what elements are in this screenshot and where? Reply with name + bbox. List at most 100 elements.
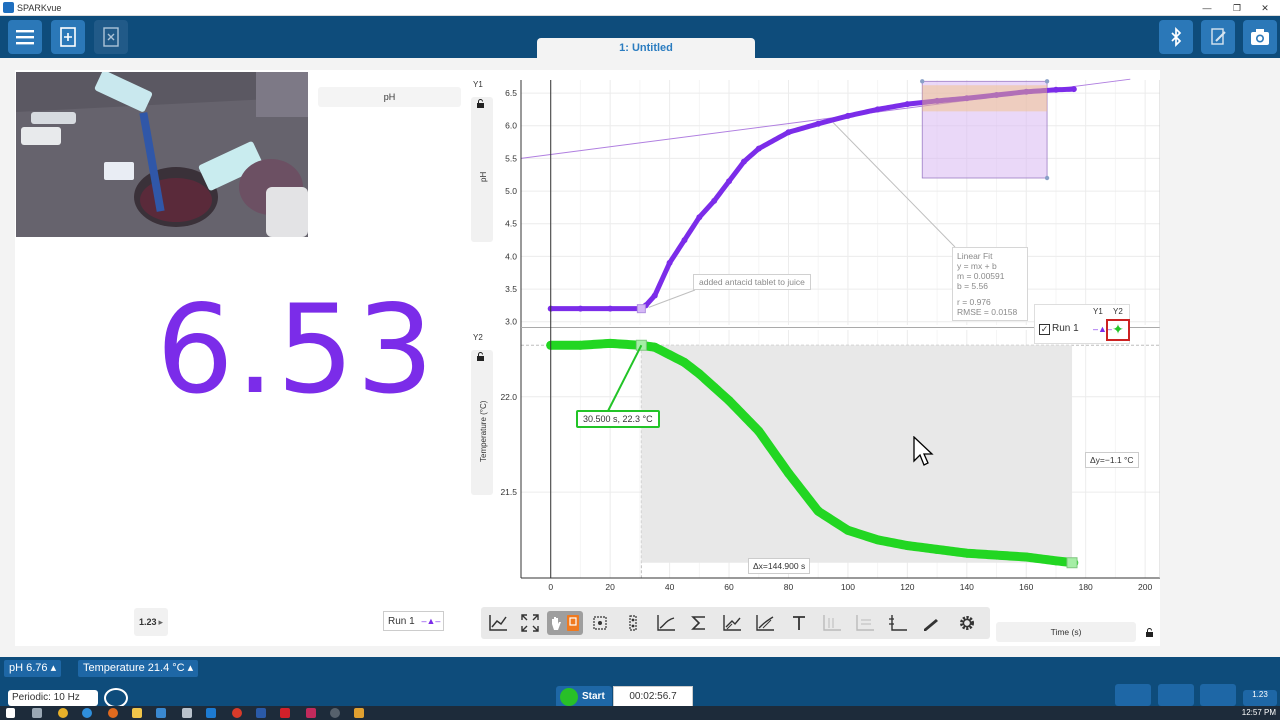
chrome-icon[interactable] (58, 708, 68, 718)
delta-end-handle (1066, 557, 1078, 569)
y1-tick-2: 5.5 (505, 153, 517, 163)
annotation-button[interactable] (786, 611, 812, 635)
sampling-mode-selector[interactable]: Periodic: 10 Hz (8, 690, 98, 706)
scale-to-fit-button[interactable] (517, 611, 543, 635)
fit-rmse: RMSE = 0.0158 (957, 307, 1018, 317)
sampling-refresh-icon[interactable] (104, 688, 128, 708)
curve-fit-button[interactable] (653, 611, 679, 635)
remove-button[interactable] (852, 611, 878, 635)
area-button[interactable] (719, 611, 745, 635)
video-frame-image (16, 72, 308, 237)
tools-icon (1211, 28, 1226, 45)
experiment-button[interactable] (1115, 684, 1151, 706)
coordinate-leader (607, 344, 643, 412)
annotation-handle (636, 304, 646, 314)
menu-button[interactable] (8, 20, 42, 54)
ph-point-7 (681, 237, 688, 244)
x-tick-0: 0 (548, 582, 553, 592)
snapshot-button[interactable] (1243, 20, 1277, 54)
edge-icon[interactable] (82, 708, 92, 718)
digits-precision-button[interactable]: 1.23 ▸ (134, 608, 168, 636)
windows-start-icon[interactable] (6, 708, 15, 718)
digits-sensor-label[interactable]: pH (318, 87, 461, 107)
graph-legend[interactable]: Y1 Y2 ✓ Run 1 –▲– ✦ (1034, 304, 1130, 344)
restore-button[interactable]: ❐ (1222, 1, 1252, 15)
fit-region-handle-2 (1044, 175, 1050, 181)
x-tick-2: 40 (665, 582, 675, 592)
app-icon-magenta[interactable] (306, 708, 316, 718)
acrobat-icon[interactable] (280, 708, 290, 718)
temperature-point-2 (605, 338, 615, 348)
sparkvue-task-icon[interactable] (156, 708, 166, 718)
temperature-point-13 (843, 525, 853, 535)
file-explorer-icon[interactable] (132, 708, 142, 718)
start-button[interactable]: Start (556, 686, 612, 708)
graph-type-button[interactable] (483, 611, 513, 635)
add-coordinates-button[interactable] (587, 611, 613, 635)
add-page-button[interactable] (51, 20, 85, 54)
fit-title: Linear Fit (957, 251, 993, 261)
x-lock-icon[interactable] (1145, 628, 1154, 637)
slope-icon (756, 615, 774, 631)
app-icon-orange[interactable] (354, 708, 364, 718)
tools-button[interactable] (1201, 20, 1235, 54)
graph-properties-button[interactable] (954, 611, 980, 635)
fit-confidence-band (922, 85, 1048, 112)
legend-y2-marker-icon[interactable]: ✦ (1106, 319, 1130, 341)
delete-page-button[interactable] (94, 20, 128, 54)
ph-point-6 (666, 259, 673, 266)
ph-point-12 (755, 145, 762, 152)
temperature-point-11 (783, 468, 793, 478)
word-icon[interactable] (256, 708, 266, 718)
x-tick-6: 120 (900, 582, 914, 592)
add-axis-button[interactable] (885, 611, 911, 635)
onedrive-icon[interactable] (182, 708, 192, 718)
mouse-cursor-icon (913, 436, 934, 466)
temperature-point-7 (694, 369, 704, 379)
coordinate-readout[interactable]: 30.500 s, 22.3 °C (576, 410, 660, 428)
bluetooth-button[interactable] (1159, 20, 1193, 54)
pan-select-toggle[interactable] (547, 611, 583, 635)
annotation-note[interactable]: added antacid tablet to juice (693, 274, 811, 290)
elapsed-timer: 00:02:56.7 (613, 686, 693, 708)
store-icon[interactable] (206, 708, 216, 718)
statistics-button[interactable] (686, 611, 712, 635)
x-tick-labels: 0 20 40 60 80 100 120 140 160 180 200 (548, 582, 1152, 592)
delta-tool-button[interactable] (620, 611, 646, 635)
prediction-icon (823, 615, 841, 631)
text-icon (793, 616, 805, 630)
x-axis-label[interactable]: Time (s) (996, 622, 1136, 642)
delta-icon (629, 615, 637, 631)
pencil-icon (924, 619, 938, 631)
delta-x-readout[interactable]: Δx=144.900 s (748, 558, 811, 574)
run-selector[interactable]: Run 1 –▲– (383, 611, 444, 631)
close-button[interactable]: ✕ (1250, 1, 1280, 15)
sensor-data-button[interactable] (1200, 684, 1236, 706)
ph-live-chip[interactable]: pH 6.76 ▴ (4, 660, 62, 677)
linear-fit-box[interactable]: Linear Fit y = mx + b m = 0.00591 b = 5.… (952, 247, 1028, 321)
temperature-point-9 (724, 396, 734, 406)
minimize-button[interactable]: — (1192, 1, 1222, 15)
ph-point-16 (874, 106, 881, 113)
y1-tick-0: 6.5 (505, 88, 517, 98)
run-visibility-checkbox[interactable]: ✓ (1039, 324, 1050, 335)
draw-prediction-button[interactable] (918, 611, 944, 635)
slope-button[interactable] (752, 611, 778, 635)
temperature-point-5 (665, 350, 675, 360)
temperature-point-1 (575, 340, 585, 350)
sensor-status-bar: pH 6.76 ▴ Temperature 21.4 °C ▴ (0, 657, 1280, 680)
hardware-setup-button[interactable] (1158, 684, 1194, 706)
page-tab[interactable]: 1: Untitled (537, 38, 755, 58)
app-icon-red[interactable] (232, 708, 242, 718)
add-axis-icon (889, 615, 907, 631)
start-label: Start (582, 691, 605, 702)
delta-y-readout[interactable]: Δy=−1.1 °C (1085, 452, 1139, 468)
temperature-live-chip[interactable]: Temperature 21.4 °C ▴ (78, 660, 199, 677)
firefox-icon[interactable] (108, 708, 118, 718)
prediction-button[interactable] (819, 611, 845, 635)
digits-corner-button[interactable]: 1.23 (1243, 690, 1277, 706)
temperature-point-4 (650, 342, 660, 352)
app-icon-grey[interactable] (330, 708, 340, 718)
ph-point-14 (815, 120, 822, 127)
task-view-icon[interactable] (32, 708, 42, 718)
